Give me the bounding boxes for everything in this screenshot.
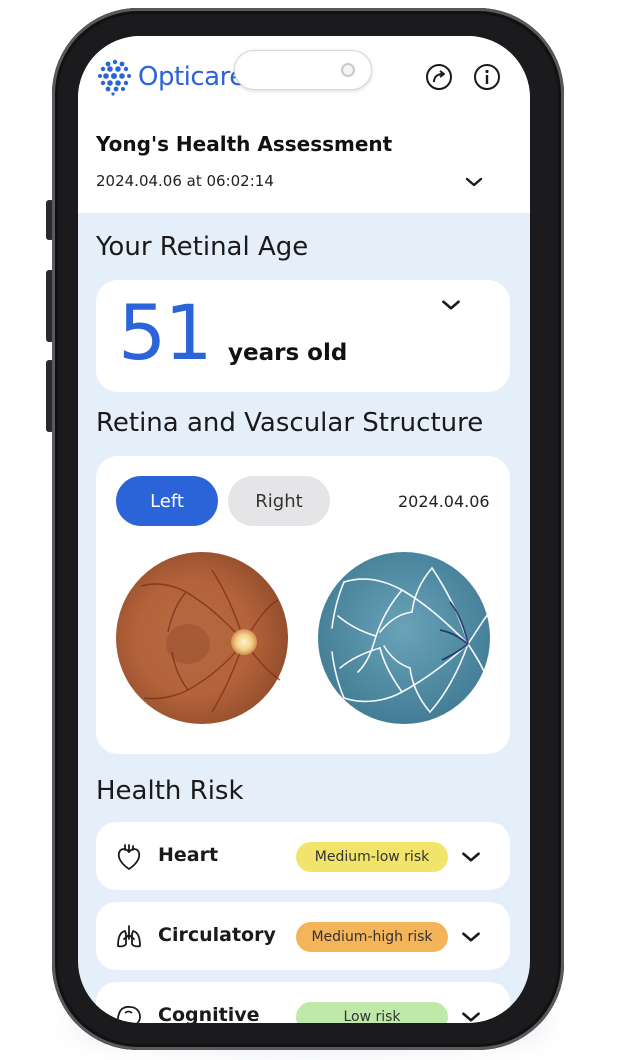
- risk-row-circulatory[interactable]: Circulatory Medium-high risk: [96, 902, 510, 970]
- chevron-down-icon[interactable]: [462, 170, 486, 194]
- retinal-age-title: Your Retinal Age: [96, 232, 309, 262]
- assessment-title: Yong's Health Assessment: [96, 132, 393, 156]
- brain-icon: [117, 1005, 141, 1023]
- risk-badge: Medium-low risk: [296, 842, 448, 872]
- risk-badge: Medium-high risk: [296, 922, 448, 952]
- share-icon[interactable]: [424, 62, 454, 92]
- chevron-down-icon[interactable]: [458, 924, 484, 950]
- vascular-map: [318, 552, 490, 724]
- retinal-age-unit: years old: [228, 340, 348, 366]
- health-risk-title: Health Risk: [96, 776, 244, 806]
- risk-label: Heart: [158, 844, 219, 866]
- risk-row-cognitive[interactable]: Cognitive Low risk: [96, 982, 510, 1023]
- app-screen: Opticare AI Yong's Health Assessment 202…: [78, 36, 530, 1023]
- fundus-photo: [116, 552, 288, 724]
- dotted-globe-icon: [98, 59, 131, 96]
- lungs-icon: [117, 925, 141, 948]
- assessment-datetime: 2024.04.06 at 06:02:14: [96, 172, 274, 190]
- chevron-down-icon[interactable]: [458, 844, 484, 870]
- tab-right-eye[interactable]: Right: [228, 476, 330, 526]
- retina-date: 2024.04.06: [398, 492, 490, 511]
- retinal-age-value: 51: [118, 288, 213, 377]
- chevron-down-icon[interactable]: [438, 292, 464, 318]
- risk-row-heart[interactable]: Heart Medium-low risk: [96, 822, 510, 890]
- risk-label: Circulatory: [158, 924, 276, 946]
- retina-section-title: Retina and Vascular Structure: [96, 408, 484, 438]
- chevron-down-icon[interactable]: [458, 1004, 484, 1023]
- heart-icon: [117, 844, 141, 870]
- risk-label: Cognitive: [158, 1004, 260, 1023]
- risk-badge: Low risk: [296, 1002, 448, 1023]
- dynamic-island: [234, 50, 372, 90]
- tab-left-eye[interactable]: Left: [116, 476, 218, 526]
- camera-icon: [341, 63, 355, 77]
- info-icon[interactable]: [472, 62, 502, 92]
- retina-card: Left Right 2024.04.06: [96, 456, 510, 754]
